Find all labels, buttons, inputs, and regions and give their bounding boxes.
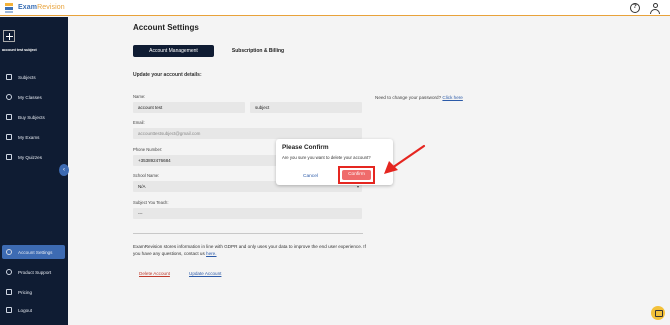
logout-icon bbox=[6, 307, 12, 313]
chevron-left-icon: ‹ bbox=[63, 167, 65, 173]
account-name: account test subject bbox=[2, 48, 37, 52]
sidebar-item-product-support[interactable]: Product Support bbox=[2, 265, 65, 279]
help-icon bbox=[6, 269, 12, 275]
sidebar-item-account-settings[interactable]: Account Settings bbox=[2, 245, 65, 259]
password-note: Need to change your password? Click here bbox=[375, 95, 463, 100]
school-label: School Name: bbox=[133, 173, 160, 178]
subject-field[interactable]: --- bbox=[133, 208, 362, 219]
school-select-value: N/A bbox=[138, 184, 146, 189]
gdpr-text: ExamRevision stores information in line … bbox=[133, 244, 366, 256]
dialog-title: Please Confirm bbox=[282, 144, 329, 151]
sidebar-item-my-quizzes[interactable]: My Quizzes bbox=[2, 150, 65, 164]
update-account-link[interactable]: Update Account bbox=[189, 271, 221, 276]
email-label: Email: bbox=[133, 120, 145, 125]
sidebar-item-label: My Classes bbox=[18, 94, 42, 100]
gear-icon bbox=[6, 249, 12, 255]
cancel-button[interactable]: Cancel bbox=[303, 174, 318, 179]
book-icon bbox=[6, 74, 12, 80]
confirm-button[interactable]: Confirm bbox=[342, 170, 371, 180]
sidebar-item-subjects[interactable]: Subjects bbox=[2, 70, 65, 84]
sidebar-item-my-classes[interactable]: My Classes bbox=[2, 90, 65, 104]
sidebar-item-label: Product Support bbox=[18, 269, 52, 275]
annotation-arrow-icon bbox=[384, 144, 426, 174]
user-icon[interactable] bbox=[650, 3, 660, 14]
tab-account-management[interactable]: Account Management bbox=[133, 45, 214, 57]
sidebar-item-label: Pricing bbox=[18, 289, 33, 295]
sidebar-item-label: Logout bbox=[18, 307, 33, 313]
card-icon bbox=[6, 289, 12, 295]
delete-account-link[interactable]: Delete Account bbox=[139, 271, 170, 276]
chat-icon[interactable] bbox=[651, 306, 665, 320]
phone-label: Phone Number: bbox=[133, 147, 163, 152]
sidebar-item-my-exams[interactable]: My Exams bbox=[2, 130, 65, 144]
cart-icon bbox=[6, 114, 12, 120]
brand-name: ExamRevision bbox=[18, 4, 65, 11]
sidebar-item-label: Subjects bbox=[18, 74, 36, 80]
first-name-field[interactable]: account test bbox=[133, 102, 245, 113]
email-field[interactable]: accounttestsubject@gmail.com bbox=[133, 128, 362, 139]
checkbox-icon bbox=[6, 154, 12, 160]
question-circle-icon[interactable]: ? bbox=[630, 3, 640, 13]
sidebar-item-logout[interactable]: Logout bbox=[2, 303, 65, 317]
add-avatar-icon[interactable] bbox=[3, 30, 15, 42]
sidebar-item-label: My Quizzes bbox=[18, 154, 42, 160]
people-icon bbox=[6, 94, 12, 100]
contact-link[interactable]: here. bbox=[206, 251, 216, 256]
sidebar-item-buy-subjects[interactable]: Buy Subjects bbox=[2, 110, 65, 124]
section-label: Update your account details: bbox=[133, 72, 202, 78]
sidebar: account test subject Subjects My Classes… bbox=[0, 17, 68, 325]
dialog-message: Are you sure you want to delete your acc… bbox=[282, 155, 371, 160]
divider bbox=[133, 233, 363, 234]
logo-mark-icon bbox=[5, 2, 15, 13]
tab-subscription-billing[interactable]: Subscription & Billing bbox=[220, 45, 296, 57]
gdpr-notice: ExamRevision stores information in line … bbox=[133, 243, 373, 257]
open-book-icon bbox=[6, 134, 12, 140]
sidebar-item-label: My Exams bbox=[18, 134, 40, 140]
confirm-dialog: Please Confirm Are you sure you want to … bbox=[276, 139, 393, 185]
name-label: Name: bbox=[133, 94, 146, 99]
sidebar-item-label: Account Settings bbox=[18, 249, 53, 255]
brand-logo[interactable]: ExamRevision bbox=[5, 2, 65, 13]
password-note-text: Need to change your password? bbox=[375, 95, 442, 100]
last-name-field[interactable]: subject bbox=[250, 102, 362, 113]
sidebar-item-pricing[interactable]: Pricing bbox=[2, 285, 65, 299]
sidebar-item-label: Buy Subjects bbox=[18, 114, 45, 120]
top-bar: ExamRevision ? bbox=[0, 0, 670, 16]
page-title: Account Settings bbox=[133, 23, 199, 32]
subject-label: Subject You Teach: bbox=[133, 200, 169, 205]
change-password-link[interactable]: Click here bbox=[442, 95, 462, 100]
